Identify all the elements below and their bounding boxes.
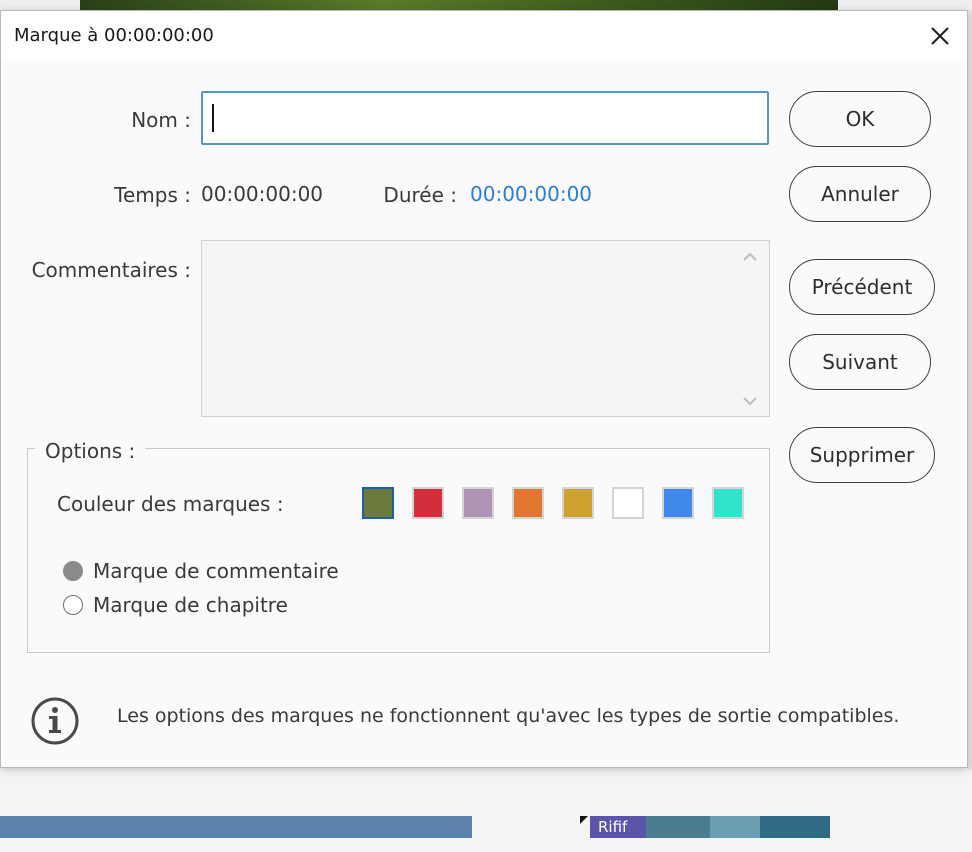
radio-comment-marker-label[interactable]: Marque de commentaire [93,559,339,583]
color-swatch-red[interactable] [412,487,444,519]
comments-label: Commentaires : [31,258,191,282]
color-swatch-mauve[interactable] [462,487,494,519]
color-swatch-white[interactable] [612,487,644,519]
text-caret [212,104,214,132]
time-value: 00:00:00:00 [201,182,324,206]
next-button[interactable]: Suivant [789,334,931,390]
dialog-titlebar: Marque à 00:00:00:00 [1,11,967,61]
video-preview [80,0,838,10]
radio-chapter-marker-label[interactable]: Marque de chapitre [93,593,288,617]
name-label: Nom : [131,108,191,132]
ok-button[interactable]: OK [789,91,931,147]
scroll-up-button[interactable] [739,249,761,265]
dialog-title: Marque à 00:00:00:00 [14,25,214,46]
timeline-background: Rifif [0,770,972,852]
color-swatch-orange[interactable] [512,487,544,519]
color-label: Couleur des marques : [57,492,284,516]
color-swatch-teal[interactable] [712,487,744,519]
delete-button[interactable]: Supprimer [789,427,935,483]
background-top [0,0,972,10]
color-swatch-gold[interactable] [562,487,594,519]
marker-dialog: Marque à 00:00:00:00 Nom : Temps : 00:00… [0,10,968,768]
chevron-down-icon [743,397,757,406]
radio-chapter-marker[interactable] [63,595,83,615]
radio-comment-marker[interactable] [63,561,83,581]
name-input[interactable] [201,91,769,145]
duration-value[interactable]: 00:00:00:00 [470,182,592,206]
info-text: Les options des marques ne fonctionnent … [117,705,900,727]
clip-label: Rifif [598,818,628,836]
timeline-track [0,816,472,838]
comments-textarea[interactable] [201,240,770,417]
color-swatch-blue[interactable] [662,487,694,519]
scroll-down-button[interactable] [739,393,761,409]
time-label: Temps : [114,183,191,207]
duration-label: Durée : [383,183,457,207]
options-legend: Options : [35,439,146,463]
options-group [27,448,770,653]
background-right [968,10,972,770]
cancel-button[interactable]: Annuler [789,166,931,222]
close-icon [931,27,949,45]
info-icon [30,696,80,746]
chevron-up-icon [743,252,757,261]
playhead-marker [580,816,588,824]
previous-button[interactable]: Précédent [789,259,935,315]
color-swatch-olive[interactable] [362,487,394,519]
close-button[interactable] [925,21,955,51]
